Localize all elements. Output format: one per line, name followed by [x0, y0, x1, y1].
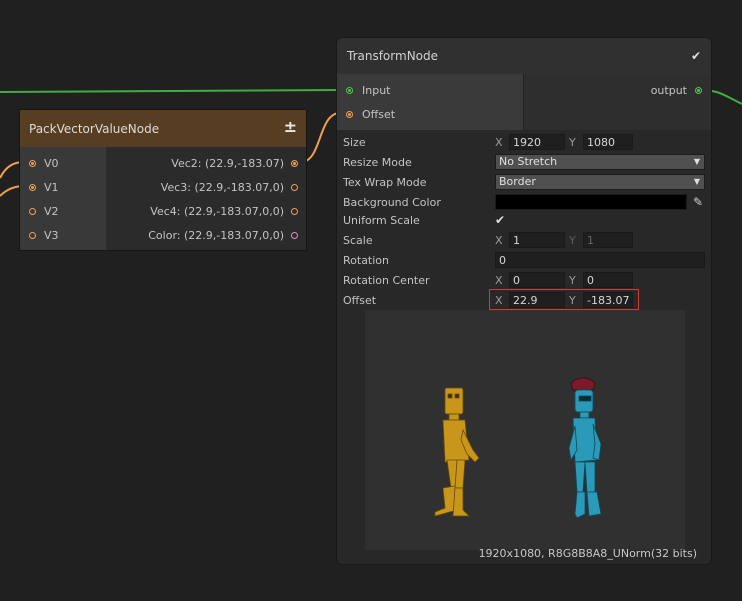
properties-panel: Size X 1920 Y 1080 Resize Mode No Stretc… — [337, 130, 711, 310]
output-port-vec2[interactable]: Vec2: (22.9,-183.07) — [106, 151, 306, 175]
port-label: output — [650, 83, 687, 97]
port-dot-icon[interactable] — [29, 159, 36, 167]
prop-label: Background Color — [343, 195, 441, 209]
transform-node-title: TransformNode — [347, 49, 439, 63]
prop-uniform-scale: Uniform Scale ✔ — [343, 211, 705, 229]
output-port-vec3[interactable]: Vec3: (22.9,-183.07,0) — [106, 175, 306, 199]
prop-label: Offset — [343, 293, 377, 307]
port-label: V3 — [44, 228, 59, 242]
axis-y-label: Y — [569, 273, 576, 287]
port-label: V0 — [44, 156, 59, 170]
axis-x-label: X — [495, 233, 503, 247]
prop-offset: Offset X 22.9 Y -183.07 — [343, 289, 705, 310]
scale-y-field: 1 — [583, 232, 633, 248]
uniform-scale-checkbox[interactable]: ✔ — [495, 213, 505, 227]
axis-x-label: X — [495, 293, 503, 307]
transform-node-outputs: output — [523, 74, 711, 130]
prop-rotation: Rotation 0 — [343, 251, 705, 269]
transform-node[interactable]: TransformNode ✔ Input Offset output Size… — [336, 37, 712, 565]
prop-resize-mode: Resize Mode No Stretch ▼ — [343, 153, 705, 171]
rotation-field[interactable]: 0 — [495, 252, 705, 268]
port-label: Input — [362, 83, 391, 97]
dropdown-value: Border — [499, 175, 536, 188]
texture-preview — [365, 310, 685, 550]
dropdown-value: No Stretch — [499, 155, 558, 168]
input-port-offset[interactable]: Offset — [337, 102, 523, 126]
input-port-v2[interactable]: V2 — [20, 199, 106, 223]
port-dot-icon[interactable] — [291, 159, 298, 167]
rotation-center-x-field[interactable]: 0 — [509, 272, 565, 288]
size-y-field[interactable]: 1080 — [583, 134, 633, 150]
port-label: Color: (22.9,-183.07,0,0) — [148, 228, 284, 242]
prop-label: Size — [343, 135, 366, 149]
prop-tex-wrap-mode: Tex Wrap Mode Border ▼ — [343, 173, 705, 191]
port-dot-icon[interactable] — [291, 183, 298, 191]
cyan-robot-figure — [568, 377, 602, 519]
axis-x-label: X — [495, 135, 503, 149]
rotation-center-y-field[interactable]: 0 — [583, 272, 633, 288]
output-port-output[interactable]: output — [524, 78, 711, 102]
input-port-input[interactable]: Input — [337, 78, 523, 102]
size-x-field[interactable]: 1920 — [509, 134, 565, 150]
port-dot-icon[interactable] — [695, 86, 702, 94]
input-port-v0[interactable]: V0 — [20, 151, 106, 175]
prop-rotation-center: Rotation Center X 0 Y 0 — [343, 271, 705, 289]
pack-vector-value-node[interactable]: PackVectorValueNode ± V0 V1 V2 V3 Vec2: … — [19, 109, 307, 251]
port-dot-icon[interactable] — [291, 207, 298, 215]
port-label: V2 — [44, 204, 59, 218]
port-dot-icon[interactable] — [29, 231, 36, 239]
input-port-v1[interactable]: V1 — [20, 175, 106, 199]
plus-minus-icon[interactable]: ± — [284, 117, 297, 140]
port-label: Vec2: (22.9,-183.07) — [171, 156, 284, 170]
prop-size: Size X 1920 Y 1080 — [343, 133, 705, 151]
prop-label: Scale — [343, 233, 373, 247]
gold-robot-figure — [434, 387, 480, 517]
axis-y-label: Y — [569, 135, 576, 149]
texture-status-text: 1920x1080, R8G8B8A8_UNorm(32 bits) — [478, 547, 697, 560]
axis-x-label: X — [495, 273, 503, 287]
transform-node-header[interactable]: TransformNode ✔ — [337, 38, 711, 74]
prop-label: Tex Wrap Mode — [343, 175, 427, 189]
axis-y-label: Y — [569, 233, 576, 247]
port-dot-icon[interactable] — [29, 183, 36, 191]
enabled-checkbox[interactable]: ✔ — [691, 49, 701, 63]
prop-label: Rotation Center — [343, 273, 430, 287]
eyedropper-icon[interactable]: ✎ — [693, 195, 703, 209]
axis-y-label: Y — [569, 293, 576, 307]
port-label: Vec4: (22.9,-183.07,0,0) — [150, 204, 284, 218]
dropdown-arrow-icon: ▼ — [693, 177, 700, 186]
port-label: V1 — [44, 180, 59, 194]
pack-node-inputs: V0 V1 V2 V3 — [20, 147, 106, 250]
port-dot-icon[interactable] — [29, 207, 36, 215]
output-port-vec4[interactable]: Vec4: (22.9,-183.07,0,0) — [106, 199, 306, 223]
prop-label: Uniform Scale — [343, 213, 420, 227]
edge-green-input[interactable] — [0, 89, 341, 93]
offset-x-field[interactable]: 22.9 — [509, 292, 565, 308]
prop-label: Resize Mode — [343, 155, 412, 169]
tex-wrap-mode-dropdown[interactable]: Border ▼ — [495, 174, 705, 190]
output-port-color[interactable]: Color: (22.9,-183.07,0,0) — [106, 223, 306, 247]
offset-y-field[interactable]: -183.07 — [583, 292, 633, 308]
port-label: Vec3: (22.9,-183.07,0) — [160, 180, 284, 194]
input-port-v3[interactable]: V3 — [20, 223, 106, 247]
prop-background-color: Background Color ✎ — [343, 193, 705, 211]
background-color-swatch[interactable] — [495, 194, 687, 210]
preview-image — [434, 377, 602, 519]
pack-node-header[interactable]: PackVectorValueNode ± — [20, 110, 306, 147]
graph-canvas[interactable]: PackVectorValueNode ± V0 V1 V2 V3 Vec2: … — [0, 0, 742, 601]
pack-node-outputs: Vec2: (22.9,-183.07) Vec3: (22.9,-183.07… — [106, 147, 306, 250]
port-dot-icon[interactable] — [346, 110, 353, 118]
scale-x-field[interactable]: 1 — [509, 232, 565, 248]
port-dot-icon[interactable] — [346, 86, 353, 94]
port-dot-icon[interactable] — [291, 231, 298, 239]
prop-scale: Scale X 1 Y 1 — [343, 231, 705, 249]
dropdown-arrow-icon: ▼ — [693, 157, 700, 166]
resize-mode-dropdown[interactable]: No Stretch ▼ — [495, 154, 705, 170]
port-label: Offset — [362, 107, 396, 121]
prop-label: Rotation — [343, 253, 390, 267]
transform-node-inputs: Input Offset — [337, 74, 523, 130]
pack-node-title: PackVectorValueNode — [29, 121, 160, 136]
